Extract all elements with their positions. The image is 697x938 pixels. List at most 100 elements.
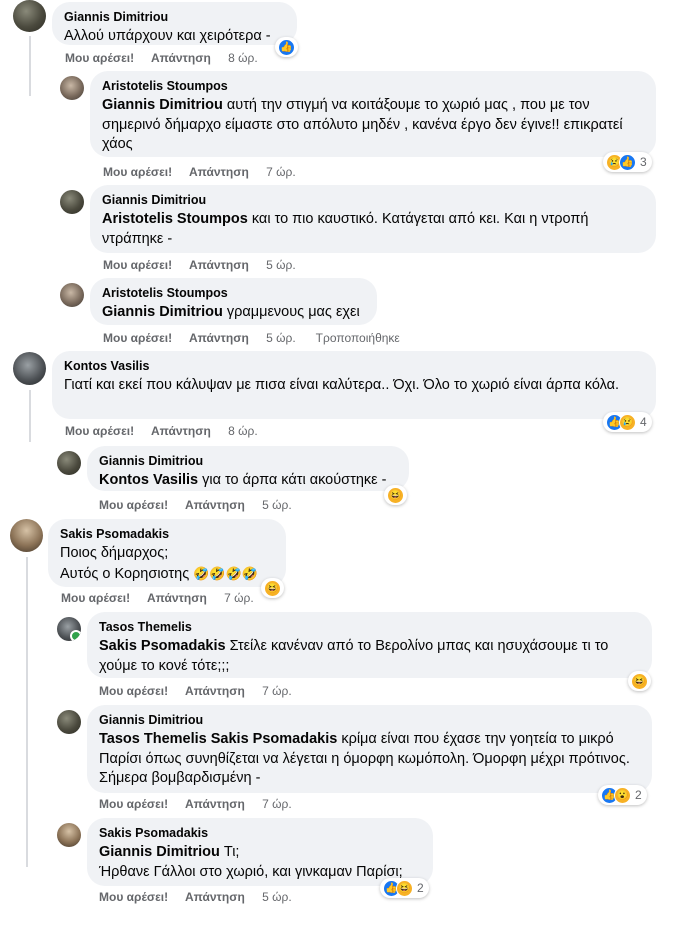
comment-actions: Μου αρέσει! Απάντηση 7 ώρ.: [61, 591, 268, 605]
comment-time[interactable]: 5 ώρ.: [262, 498, 292, 512]
comment-text: Giannis Dimitriou γραμμενους μας εχει: [102, 304, 360, 320]
mention-link[interactable]: Kontos Vasilis: [99, 472, 198, 488]
reaction-summary[interactable]: 👍 😆 2: [380, 878, 429, 898]
comment-text: Γιατί και εκεί που κάλυψαν με πισα είναι…: [64, 377, 620, 393]
comment-bubble: Kontos Vasilis Γιατί και εκεί που κάλυψα…: [52, 351, 656, 419]
avatar[interactable]: [57, 451, 81, 475]
reply-button[interactable]: Απάντηση: [189, 165, 249, 179]
haha-icon: 😆: [396, 879, 413, 897]
avatar[interactable]: [57, 823, 81, 847]
comment-actions: Μου αρέσει! Απάντηση 8 ώρ.: [65, 51, 272, 65]
comment-actions: Μου αρέσει! Απάντηση 5 ώρ.: [99, 498, 306, 512]
reply-button[interactable]: Απάντηση: [185, 890, 245, 904]
comment-author[interactable]: Giannis Dimitriou: [99, 453, 397, 469]
mention-link[interactable]: Giannis Dimitriou: [102, 97, 223, 113]
like-button[interactable]: Μου αρέσει!: [99, 890, 168, 904]
reply-button[interactable]: Απάντηση: [189, 331, 249, 345]
comment-text: Αλλού υπάρχουν και χειρότερα -: [64, 28, 271, 44]
avatar[interactable]: [60, 76, 84, 100]
like-icon: 👍: [619, 153, 636, 171]
comment-author[interactable]: Kontos Vasilis: [64, 358, 644, 374]
comment-actions: Μου αρέσει! Απάντηση 8 ώρ.: [65, 424, 272, 438]
comment-time[interactable]: 5 ώρ.: [266, 331, 296, 345]
comment-author[interactable]: Giannis Dimitriou: [64, 9, 285, 25]
comment-actions: Μου αρέσει! Απάντηση 7 ώρ.: [99, 684, 306, 698]
laughing-emoji: 🤣🤣🤣🤣: [193, 565, 258, 581]
comment-time[interactable]: 5 ώρ.: [262, 890, 292, 904]
comment-author[interactable]: Tasos Themelis: [99, 619, 640, 635]
thread-line: [29, 390, 31, 442]
like-button[interactable]: Μου αρέσει!: [61, 591, 130, 605]
comment-author[interactable]: Aristotelis Stoumpos: [102, 285, 365, 301]
reaction-summary[interactable]: 👍 😮 2: [598, 785, 647, 805]
mention-link[interactable]: Giannis Dimitriou: [102, 304, 223, 320]
comment-bubble: Giannis Dimitriou Aristotelis Stoumpos κ…: [90, 185, 656, 253]
like-button[interactable]: Μου αρέσει!: [99, 797, 168, 811]
comment-text-line: Ποιος δήμαρχος;: [60, 545, 169, 561]
reaction-summary[interactable]: 😆: [384, 485, 407, 505]
like-button[interactable]: Μου αρέσει!: [65, 51, 134, 65]
haha-icon: 😆: [387, 486, 404, 504]
comment-text: Sakis Psomadakis Στείλε κανέναν από το Β…: [99, 638, 609, 674]
reply-button[interactable]: Απάντηση: [147, 591, 207, 605]
comment-text: Kontos Vasilis για το άρπα κάτι ακούστηκ…: [99, 472, 387, 488]
like-button[interactable]: Μου αρέσει!: [99, 684, 168, 698]
like-icon: 👍: [278, 38, 295, 56]
comment-time[interactable]: 5 ώρ.: [266, 258, 296, 272]
reaction-summary[interactable]: 😆: [628, 671, 651, 691]
avatar[interactable]: [10, 519, 43, 552]
like-button[interactable]: Μου αρέσει!: [99, 498, 168, 512]
reaction-summary[interactable]: 👍 😢 4: [603, 412, 652, 432]
reply-button[interactable]: Απάντηση: [185, 498, 245, 512]
comment-author[interactable]: Giannis Dimitriou: [102, 192, 644, 208]
comment-bubble: Aristotelis Stoumpos Giannis Dimitriou γ…: [90, 278, 377, 325]
reaction-summary[interactable]: 👍: [275, 37, 298, 57]
like-button[interactable]: Μου αρέσει!: [65, 424, 134, 438]
mention-link[interactable]: Aristotelis Stoumpos: [102, 211, 248, 227]
reply-button[interactable]: Απάντηση: [151, 51, 211, 65]
comment-bubble: Sakis Psomadakis Giannis Dimitriou Τι; Ή…: [87, 818, 433, 886]
edited-label[interactable]: Τροποποιήθηκε: [316, 331, 400, 345]
comment-time[interactable]: 7 ώρ.: [224, 591, 254, 605]
comment-text: Giannis Dimitriou αυτή την στιγμή να κοι…: [102, 97, 623, 152]
comment-bubble: Giannis Dimitriou Kontos Vasilis για το …: [87, 446, 409, 491]
comment-author[interactable]: Giannis Dimitriou: [99, 712, 640, 728]
comment-time[interactable]: 7 ώρ.: [262, 797, 292, 811]
like-button[interactable]: Μου αρέσει!: [103, 331, 172, 345]
mention-link[interactable]: Sakis Psomadakis: [99, 638, 226, 654]
mention-link[interactable]: Giannis Dimitriou: [99, 844, 220, 860]
like-button[interactable]: Μου αρέσει!: [103, 258, 172, 272]
comment-author[interactable]: Sakis Psomadakis: [60, 526, 274, 542]
reply-button[interactable]: Απάντηση: [151, 424, 211, 438]
reply-button[interactable]: Απάντηση: [189, 258, 249, 272]
sad-icon: 😢: [619, 413, 636, 431]
avatar[interactable]: [60, 190, 84, 214]
comment-text-line: Αυτός ο Κορησιοτης 🤣🤣🤣🤣: [60, 565, 258, 582]
comment-author[interactable]: Sakis Psomadakis: [99, 825, 421, 841]
reaction-summary[interactable]: 😢 👍 3: [603, 152, 652, 172]
comment-time[interactable]: 8 ώρ.: [228, 424, 258, 438]
avatar[interactable]: [57, 617, 81, 641]
reply-button[interactable]: Απάντηση: [185, 797, 245, 811]
comment-time[interactable]: 8 ώρ.: [228, 51, 258, 65]
comment-time[interactable]: 7 ώρ.: [266, 165, 296, 179]
comment-author[interactable]: Aristotelis Stoumpos: [102, 78, 644, 94]
avatar[interactable]: [60, 283, 84, 307]
like-button[interactable]: Μου αρέσει!: [103, 165, 172, 179]
comment-time[interactable]: 7 ώρ.: [262, 684, 292, 698]
comment-actions: Μου αρέσει! Απάντηση 7 ώρ.: [103, 165, 310, 179]
online-status-dot: [70, 630, 81, 641]
reaction-count: 4: [640, 415, 647, 429]
comment-bubble: Giannis Dimitriou Αλλού υπάρχουν και χει…: [52, 2, 297, 45]
avatar[interactable]: [57, 710, 81, 734]
avatar[interactable]: [13, 0, 46, 32]
reaction-count: 2: [417, 881, 424, 895]
avatar[interactable]: [13, 352, 46, 385]
thread-line: [26, 557, 28, 867]
comment-bubble: Aristotelis Stoumpos Giannis Dimitriou α…: [90, 71, 656, 157]
haha-icon: 😆: [631, 672, 648, 690]
reply-button[interactable]: Απάντηση: [185, 684, 245, 698]
mention-link[interactable]: Tasos Themelis Sakis Psomadakis: [99, 731, 337, 747]
comment-bubble: Tasos Themelis Sakis Psomadakis Στείλε κ…: [87, 612, 652, 678]
comment-actions: Μου αρέσει! Απάντηση 5 ώρ.: [103, 258, 310, 272]
